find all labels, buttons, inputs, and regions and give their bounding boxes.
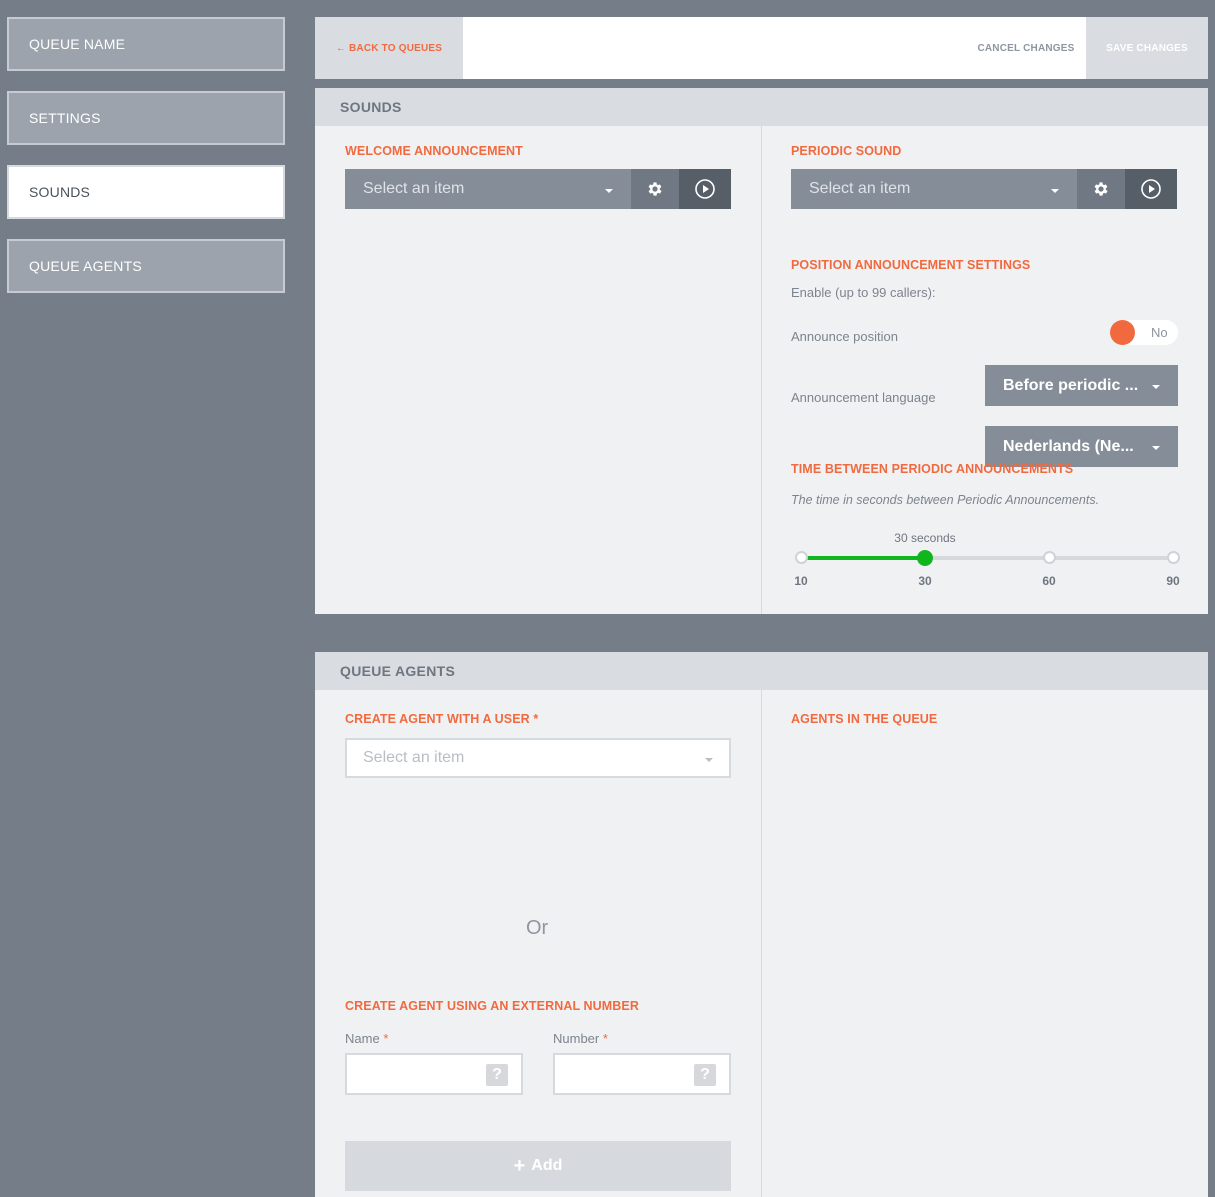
cancel-changes-button[interactable]: CANCEL CHANGES [966, 17, 1086, 79]
external-number-input[interactable]: ? [553, 1053, 731, 1095]
agent-user-select[interactable]: Select an item [345, 738, 731, 778]
welcome-select-placeholder: Select an item [363, 180, 465, 197]
welcome-settings-button[interactable] [631, 169, 679, 209]
name-field-label: Name * [345, 1031, 388, 1046]
sidebar-item-settings[interactable]: SETTINGS [7, 91, 285, 145]
welcome-play-button[interactable] [679, 169, 731, 209]
add-button-label: Add [531, 1157, 563, 1174]
announcement-language-select[interactable]: Nederlands (Ne... [985, 426, 1178, 467]
slider-tick[interactable] [1166, 551, 1180, 564]
name-label-text: Name [345, 1031, 380, 1046]
periodic-column: PERIODIC SOUND Select an item POSITION A… [762, 126, 1208, 614]
periodic-select-placeholder: Select an item [809, 180, 911, 197]
create-agent-column: CREATE AGENT WITH A USER * Select an ite… [315, 690, 761, 1197]
announcement-language-label: Announcement language [791, 390, 936, 405]
slider-tick-label: 10 [794, 574, 808, 588]
queue-agents-panel: QUEUE AGENTS CREATE AGENT WITH A USER * … [315, 652, 1208, 1197]
agents-in-queue-label: AGENTS IN THE QUEUE [791, 712, 938, 726]
plus-icon: + [513, 1154, 526, 1177]
periodic-interval-help: The time in seconds between Periodic Ann… [791, 493, 1100, 507]
external-name-input[interactable]: ? [345, 1053, 523, 1095]
slider-handle[interactable] [917, 550, 933, 566]
queue-agents-panel-title: QUEUE AGENTS [315, 652, 1208, 690]
sounds-panel-title: SOUNDS [315, 88, 1208, 126]
back-to-queues-button[interactable]: ← BACK TO QUEUES [315, 17, 463, 79]
sidebar-item-queue-name[interactable]: QUEUE NAME [7, 17, 285, 71]
create-agent-user-label: CREATE AGENT WITH A USER * [345, 712, 538, 726]
periodic-sound-select-group: Select an item [791, 169, 1177, 209]
announcement-language-value: Nederlands (Ne... [1003, 437, 1134, 455]
sidebar-item-sounds[interactable]: SOUNDS [7, 165, 285, 219]
gear-icon [648, 182, 662, 196]
slider-value-label: 30 seconds [894, 531, 956, 545]
slider-tick[interactable] [794, 551, 808, 564]
required-mark: * [383, 1031, 389, 1046]
announce-position-select[interactable]: Before periodic ... [985, 365, 1178, 406]
periodic-interval-label: TIME BETWEEN PERIODIC ANNOUNCEMENTS [791, 462, 1074, 476]
welcome-announcement-label: WELCOME ANNOUNCEMENT [345, 144, 523, 158]
save-changes-button[interactable]: SAVE CHANGES [1086, 17, 1208, 79]
toggle-state-text: No [1151, 325, 1168, 340]
periodic-sound-label: PERIODIC SOUND [791, 144, 902, 158]
chevron-down-icon [705, 758, 713, 762]
slider-tick[interactable] [1042, 551, 1056, 564]
number-label-text: Number [553, 1031, 600, 1046]
slider-tick-label: 90 [1166, 574, 1180, 588]
chevron-down-icon [1152, 446, 1160, 450]
help-icon[interactable]: ? [486, 1064, 508, 1086]
chevron-down-icon [605, 189, 613, 193]
chevron-down-icon [1152, 385, 1160, 389]
gear-icon [1094, 182, 1108, 196]
sounds-panel: SOUNDS WELCOME ANNOUNCEMENT Select an it… [315, 88, 1208, 614]
chevron-down-icon [1051, 189, 1059, 193]
periodic-sound-select[interactable]: Select an item [791, 169, 1077, 209]
periodic-play-button[interactable] [1125, 169, 1177, 209]
or-separator: Or [526, 917, 549, 939]
play-circle-icon [695, 179, 715, 199]
announce-position-value: Before periodic ... [1003, 376, 1139, 394]
agents-in-queue-column: AGENTS IN THE QUEUE [762, 690, 1208, 1197]
create-agent-user-text: CREATE AGENT WITH A USER [345, 712, 530, 726]
enable-position-label: Enable (up to 99 callers): [791, 285, 936, 300]
enable-position-toggle[interactable]: No [1110, 320, 1178, 345]
slider-tick-label: 60 [1042, 574, 1056, 588]
agent-user-placeholder: Select an item [363, 749, 465, 766]
help-icon[interactable]: ? [694, 1064, 716, 1086]
welcome-announcement-select-group: Select an item [345, 169, 731, 209]
required-mark: * [533, 712, 539, 726]
play-circle-icon [1141, 179, 1161, 199]
periodic-settings-button[interactable] [1077, 169, 1125, 209]
toggle-knob [1110, 320, 1135, 345]
announce-position-label: Announce position [791, 329, 898, 344]
top-toolbar: ← BACK TO QUEUES CANCEL CHANGES SAVE CHA… [315, 17, 1208, 79]
welcome-column: WELCOME ANNOUNCEMENT Select an item [315, 126, 761, 614]
required-mark: * [602, 1031, 608, 1046]
slider-fill [801, 556, 925, 560]
position-announcement-label: POSITION ANNOUNCEMENT SETTINGS [791, 258, 1031, 272]
number-field-label: Number * [553, 1031, 608, 1046]
sidebar-item-queue-agents[interactable]: QUEUE AGENTS [7, 239, 285, 293]
sidebar-nav: QUEUE NAME SETTINGS SOUNDS QUEUE AGENTS [7, 17, 285, 313]
welcome-announcement-select[interactable]: Select an item [345, 169, 631, 209]
external-number-label: CREATE AGENT USING AN EXTERNAL NUMBER [345, 999, 639, 1013]
add-agent-button[interactable]: + Add [345, 1141, 731, 1191]
slider-tick-label: 30 [918, 574, 932, 588]
